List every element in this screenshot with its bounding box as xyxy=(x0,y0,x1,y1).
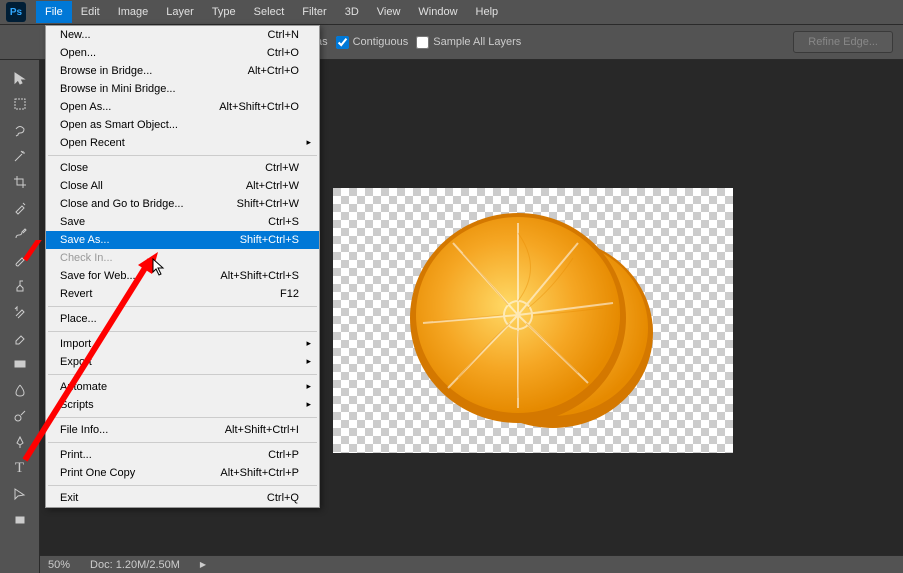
menu-bar: Ps FileEditImageLayerTypeSelectFilter3DV… xyxy=(0,0,903,25)
menu-item-place[interactable]: Place... xyxy=(46,310,319,328)
sample-all-checkbox[interactable]: Sample All Layers xyxy=(416,36,521,49)
tools-panel: T xyxy=(0,60,40,573)
menu-separator xyxy=(48,155,317,156)
menu-filter[interactable]: Filter xyxy=(293,1,335,23)
menu-item-print[interactable]: Print...Ctrl+P xyxy=(46,446,319,464)
menu-separator xyxy=(48,374,317,375)
menu-separator xyxy=(48,417,317,418)
move-tool[interactable] xyxy=(5,66,35,90)
menu-separator xyxy=(48,331,317,332)
pen-tool[interactable] xyxy=(5,430,35,454)
menu-item-close-all[interactable]: Close AllAlt+Ctrl+W xyxy=(46,177,319,195)
blur-tool[interactable] xyxy=(5,378,35,402)
menu-item-save[interactable]: SaveCtrl+S xyxy=(46,213,319,231)
menu-item-close-and-go-to-bridge[interactable]: Close and Go to Bridge...Shift+Ctrl+W xyxy=(46,195,319,213)
menu-item-automate[interactable]: Automate xyxy=(46,378,319,396)
menu-item-scripts[interactable]: Scripts xyxy=(46,396,319,414)
eraser-tool[interactable] xyxy=(5,326,35,350)
type-tool[interactable]: T xyxy=(5,456,35,480)
marquee-tool[interactable] xyxy=(5,92,35,116)
menu-item-save-for-web[interactable]: Save for Web...Alt+Shift+Ctrl+S xyxy=(46,267,319,285)
menu-item-save-as[interactable]: Save As...Shift+Ctrl+S xyxy=(46,231,319,249)
crop-tool[interactable] xyxy=(5,170,35,194)
rectangle-tool[interactable] xyxy=(5,508,35,532)
menu-item-close[interactable]: CloseCtrl+W xyxy=(46,159,319,177)
menu-file[interactable]: File xyxy=(36,1,72,23)
menu-view[interactable]: View xyxy=(368,1,410,23)
menu-3d[interactable]: 3D xyxy=(336,1,368,23)
menu-window[interactable]: Window xyxy=(409,1,466,23)
menu-item-check-in: Check In... xyxy=(46,249,319,267)
menu-item-revert[interactable]: RevertF12 xyxy=(46,285,319,303)
gradient-tool[interactable] xyxy=(5,352,35,376)
brush-tool[interactable] xyxy=(5,248,35,272)
file-menu-dropdown: New...Ctrl+NOpen...Ctrl+OBrowse in Bridg… xyxy=(45,25,320,508)
healing-brush-tool[interactable] xyxy=(5,222,35,246)
lasso-tool[interactable] xyxy=(5,118,35,142)
menu-item-browse-in-mini-bridge[interactable]: Browse in Mini Bridge... xyxy=(46,80,319,98)
menu-item-export[interactable]: Export xyxy=(46,353,319,371)
menu-layer[interactable]: Layer xyxy=(157,1,203,23)
menu-separator xyxy=(48,442,317,443)
menu-item-new[interactable]: New...Ctrl+N xyxy=(46,26,319,44)
menu-separator xyxy=(48,306,317,307)
magic-wand-tool[interactable] xyxy=(5,144,35,168)
menu-item-file-info[interactable]: File Info...Alt+Shift+Ctrl+I xyxy=(46,421,319,439)
menu-item-open-as[interactable]: Open As...Alt+Shift+Ctrl+O xyxy=(46,98,319,116)
history-brush-tool[interactable] xyxy=(5,300,35,324)
status-arrow-icon[interactable]: ▶ xyxy=(200,560,206,569)
refine-edge-button[interactable]: Refine Edge... xyxy=(793,31,893,53)
contiguous-checkbox[interactable]: Contiguous xyxy=(336,36,409,49)
menu-separator xyxy=(48,485,317,486)
status-bar: 50% Doc: 1.20M/2.50M ▶ xyxy=(40,555,903,573)
menu-item-browse-in-bridge[interactable]: Browse in Bridge...Alt+Ctrl+O xyxy=(46,62,319,80)
menu-image[interactable]: Image xyxy=(109,1,158,23)
menu-item-open[interactable]: Open...Ctrl+O xyxy=(46,44,319,62)
dodge-tool[interactable] xyxy=(5,404,35,428)
menu-item-import[interactable]: Import xyxy=(46,335,319,353)
clone-stamp-tool[interactable] xyxy=(5,274,35,298)
menu-select[interactable]: Select xyxy=(245,1,294,23)
document-canvas[interactable] xyxy=(333,188,733,453)
menu-item-exit[interactable]: ExitCtrl+Q xyxy=(46,489,319,507)
menu-item-print-one-copy[interactable]: Print One CopyAlt+Shift+Ctrl+P xyxy=(46,464,319,482)
orange-image xyxy=(398,203,663,438)
menu-item-open-as-smart-object[interactable]: Open as Smart Object... xyxy=(46,116,319,134)
zoom-level[interactable]: 50% xyxy=(48,559,70,571)
app-logo: Ps xyxy=(6,2,26,22)
menu-item-open-recent[interactable]: Open Recent xyxy=(46,134,319,152)
doc-size-info[interactable]: Doc: 1.20M/2.50M xyxy=(90,559,180,571)
menu-type[interactable]: Type xyxy=(203,1,245,23)
menu-edit[interactable]: Edit xyxy=(72,1,109,23)
eyedropper-tool[interactable] xyxy=(5,196,35,220)
menu-help[interactable]: Help xyxy=(467,1,508,23)
path-tool[interactable] xyxy=(5,482,35,506)
